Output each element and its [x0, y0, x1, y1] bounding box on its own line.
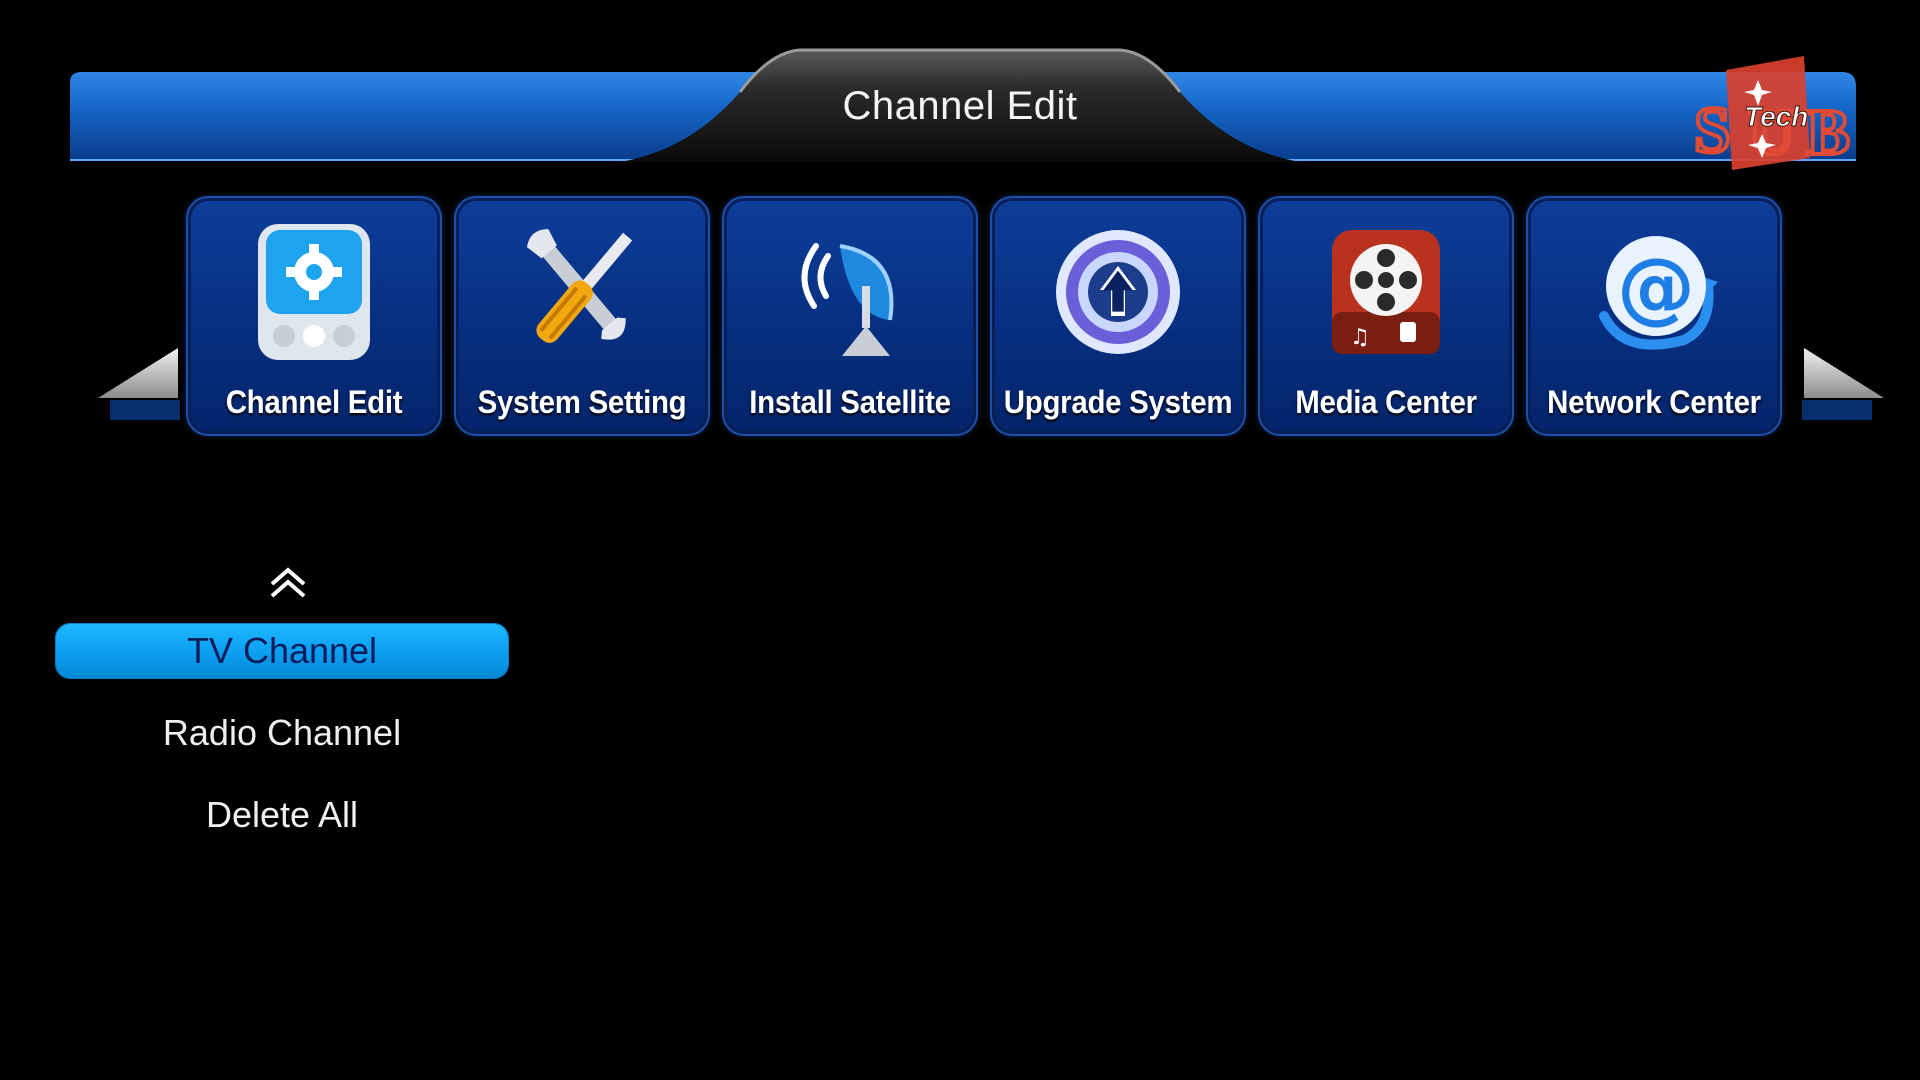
svg-text:@: @ — [1617, 243, 1695, 333]
logo-text: Tech — [1744, 101, 1808, 132]
media-film-icon: ♫ — [1332, 230, 1440, 354]
menu-tile-label: Network Center — [1547, 384, 1761, 420]
submenu-item-tv-channel[interactable]: TV Channel — [56, 624, 508, 678]
submenu-item-radio-channel[interactable]: Radio Channel — [56, 706, 508, 760]
menu-tile-label: Media Center — [1295, 384, 1477, 420]
logo-letter-s: S — [1694, 94, 1731, 167]
network-at-icon: @ — [1599, 236, 1718, 350]
menu-tile-label: Install Satellite — [749, 384, 951, 420]
scroll-up-chevron-icon[interactable] — [268, 566, 308, 600]
menu-tile-system-setting[interactable]: System Setting — [454, 196, 710, 436]
menu-tile-install-satellite[interactable]: Install Satellite — [722, 196, 978, 436]
menu-tile-network-center[interactable]: @ Network Center — [1526, 196, 1782, 436]
tools-icon — [526, 229, 633, 343]
menu-tile-media-center[interactable]: ♫ Media Center — [1258, 196, 1514, 436]
scroll-left-arrow-icon[interactable] — [94, 340, 184, 450]
scroll-right-arrow-icon[interactable] — [1798, 340, 1888, 450]
menu-tile-label: Channel Edit — [225, 384, 403, 420]
satellite-dish-icon — [801, 243, 894, 356]
upgrade-arrow-icon — [1056, 230, 1180, 354]
menu-tile-channel-edit[interactable]: Channel Edit — [186, 196, 442, 436]
logo-letter-b: B — [1806, 96, 1850, 169]
settings-panel-icon — [258, 224, 370, 360]
header-bar: Channel Edit S U B Tech — [0, 0, 1920, 190]
submenu-item-delete-all[interactable]: Delete All — [56, 788, 508, 842]
watermark-logo: S U B Tech — [1692, 56, 1852, 171]
menu-tile-label: Upgrade System — [1003, 384, 1233, 420]
page-title: Channel Edit — [842, 84, 1078, 128]
svg-text:♫: ♫ — [1350, 325, 1370, 350]
menu-tile-label: System Setting — [477, 384, 687, 420]
menu-tile-upgrade-system[interactable]: Upgrade System — [990, 196, 1246, 436]
